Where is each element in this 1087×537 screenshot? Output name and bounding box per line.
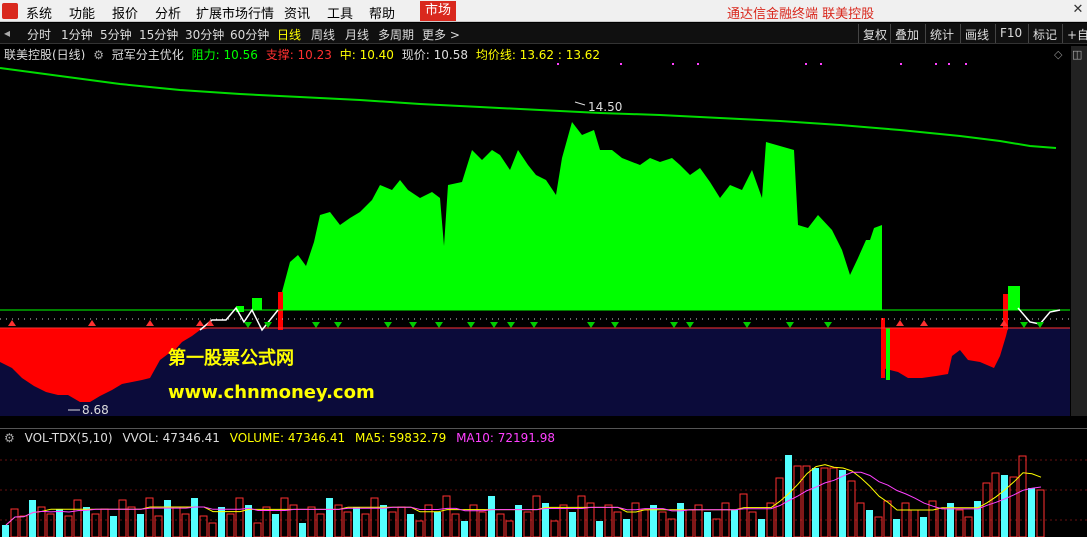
red-bar xyxy=(881,318,885,378)
green-bar xyxy=(252,298,262,310)
period-toolbar: ◂ 分时 1分钟 5分钟 15分钟 30分钟 60分钟 日线 周线 月线 多周期… xyxy=(0,23,1087,44)
volume-bar xyxy=(488,496,495,537)
volume-bar xyxy=(407,514,414,537)
marker-rank[interactable]: 榜 xyxy=(789,415,800,416)
period-15min[interactable]: 15分钟 xyxy=(139,26,178,43)
volume-bar xyxy=(326,498,333,537)
period-30min[interactable]: 30分钟 xyxy=(185,26,224,43)
volume-bar xyxy=(596,521,603,537)
period-timeshare[interactable]: 分时 xyxy=(27,26,51,43)
period-more[interactable]: 更多 > xyxy=(422,26,460,43)
volume-bar xyxy=(56,509,63,537)
menu-tools[interactable]: 工具 xyxy=(327,3,353,22)
vvol-value: VVOL: 47346.41 xyxy=(122,431,220,445)
period-60min[interactable]: 60分钟 xyxy=(230,26,269,43)
volume-bar xyxy=(569,512,576,537)
marker-finance[interactable]: 财 xyxy=(731,415,742,416)
volume-bar xyxy=(83,507,90,537)
tool-draw[interactable]: 画线 xyxy=(960,24,993,43)
volume-bar xyxy=(1028,488,1035,537)
tool-adjust[interactable]: 复权 xyxy=(858,24,891,43)
volume-bar xyxy=(623,519,630,537)
tool-statistics[interactable]: 统计 xyxy=(925,24,958,43)
period-monthly[interactable]: 月线 xyxy=(345,26,369,43)
high-price-label: 14.50 xyxy=(588,100,622,114)
period-1min[interactable]: 1分钟 xyxy=(61,26,93,43)
volume-bar xyxy=(839,470,846,537)
volume-bar xyxy=(164,500,171,537)
menu-quote[interactable]: 报价 xyxy=(112,3,138,22)
panel-separator xyxy=(0,428,1087,429)
menu-bar: 系统 功能 报价 分析 扩展市场行情 资讯 工具 帮助 市场 通达信金融终端 联… xyxy=(0,0,1087,22)
menu-help[interactable]: 帮助 xyxy=(369,3,395,22)
volume-bar xyxy=(29,500,36,537)
volume-bar xyxy=(110,516,117,537)
volume-bar xyxy=(704,512,711,537)
period-5min[interactable]: 5分钟 xyxy=(100,26,132,43)
ma10-value: MA10: 72191.98 xyxy=(456,431,556,445)
volume-indicator-name[interactable]: VOL-TDX(5,10) xyxy=(25,431,113,445)
red-bar xyxy=(278,292,283,330)
volume-bar xyxy=(920,517,927,537)
volume-bar xyxy=(380,505,387,537)
volume-title-bar: ⚙ VOL-TDX(5,10) VVOL: 47346.41 VOLUME: 4… xyxy=(4,431,561,445)
nav-back-icon[interactable]: ◂ xyxy=(4,26,10,40)
watermark-url: www.chnmoney.com xyxy=(168,382,375,403)
volume-bar xyxy=(272,514,279,537)
volume-bar xyxy=(353,507,360,537)
menu-function[interactable]: 功能 xyxy=(69,3,95,22)
green-bar xyxy=(886,328,890,380)
watermark-title: 第一股票公式网 xyxy=(168,347,294,369)
volume-bar xyxy=(191,498,198,537)
restore-icon[interactable]: ◫ xyxy=(1072,48,1082,61)
marker-increase[interactable]: 增 xyxy=(94,415,105,416)
volume-bar xyxy=(866,510,873,537)
volume-chart[interactable] xyxy=(0,445,1087,537)
main-indicator-chart[interactable]: 14.50 8.68 第一股票公式网 www.chnmoney.com 增 财 … xyxy=(0,60,1087,416)
volume-bar xyxy=(893,519,900,537)
volume-bar xyxy=(137,514,144,537)
period-multi[interactable]: 多周期 xyxy=(378,26,414,43)
volume-bar xyxy=(434,512,441,537)
diamond-icon[interactable]: ◇ xyxy=(1054,48,1062,61)
menu-news[interactable]: 资讯 xyxy=(284,3,310,22)
green-bar xyxy=(1008,286,1020,310)
volume-value: VOLUME: 47346.41 xyxy=(229,431,346,445)
menu-extended-market[interactable]: 扩展市场行情 xyxy=(196,3,274,22)
settings-icon[interactable]: ⚙ xyxy=(4,431,15,445)
low-price-label: 8.68 xyxy=(82,403,109,416)
close-icon[interactable]: ✕ xyxy=(1070,2,1086,18)
tool-custom[interactable]: +自 xyxy=(1062,24,1087,43)
volume-bar xyxy=(758,519,765,537)
volume-bar xyxy=(2,525,9,537)
period-daily[interactable]: 日线 xyxy=(277,26,301,43)
volume-bar xyxy=(299,523,306,537)
market-tab[interactable]: 市场 xyxy=(420,1,456,21)
volume-bar xyxy=(812,468,819,537)
menu-analysis[interactable]: 分析 xyxy=(155,3,181,22)
volume-bar xyxy=(677,503,684,537)
tool-mark[interactable]: 标记 xyxy=(1028,24,1061,43)
right-scroll-panel[interactable] xyxy=(1071,46,1087,416)
terminal-title: 通达信金融终端 联美控股 xyxy=(727,7,875,22)
ma5-value: MA5: 59832.79 xyxy=(354,431,447,445)
app-logo-icon xyxy=(2,3,18,19)
period-weekly[interactable]: 周线 xyxy=(311,26,335,43)
volume-bar xyxy=(461,521,468,537)
tool-overlay[interactable]: 叠加 xyxy=(890,24,923,43)
tool-f10[interactable]: F10 xyxy=(995,24,1026,43)
volume-bar xyxy=(1001,475,1008,537)
menu-system[interactable]: 系统 xyxy=(26,3,52,22)
volume-bar xyxy=(731,510,738,537)
